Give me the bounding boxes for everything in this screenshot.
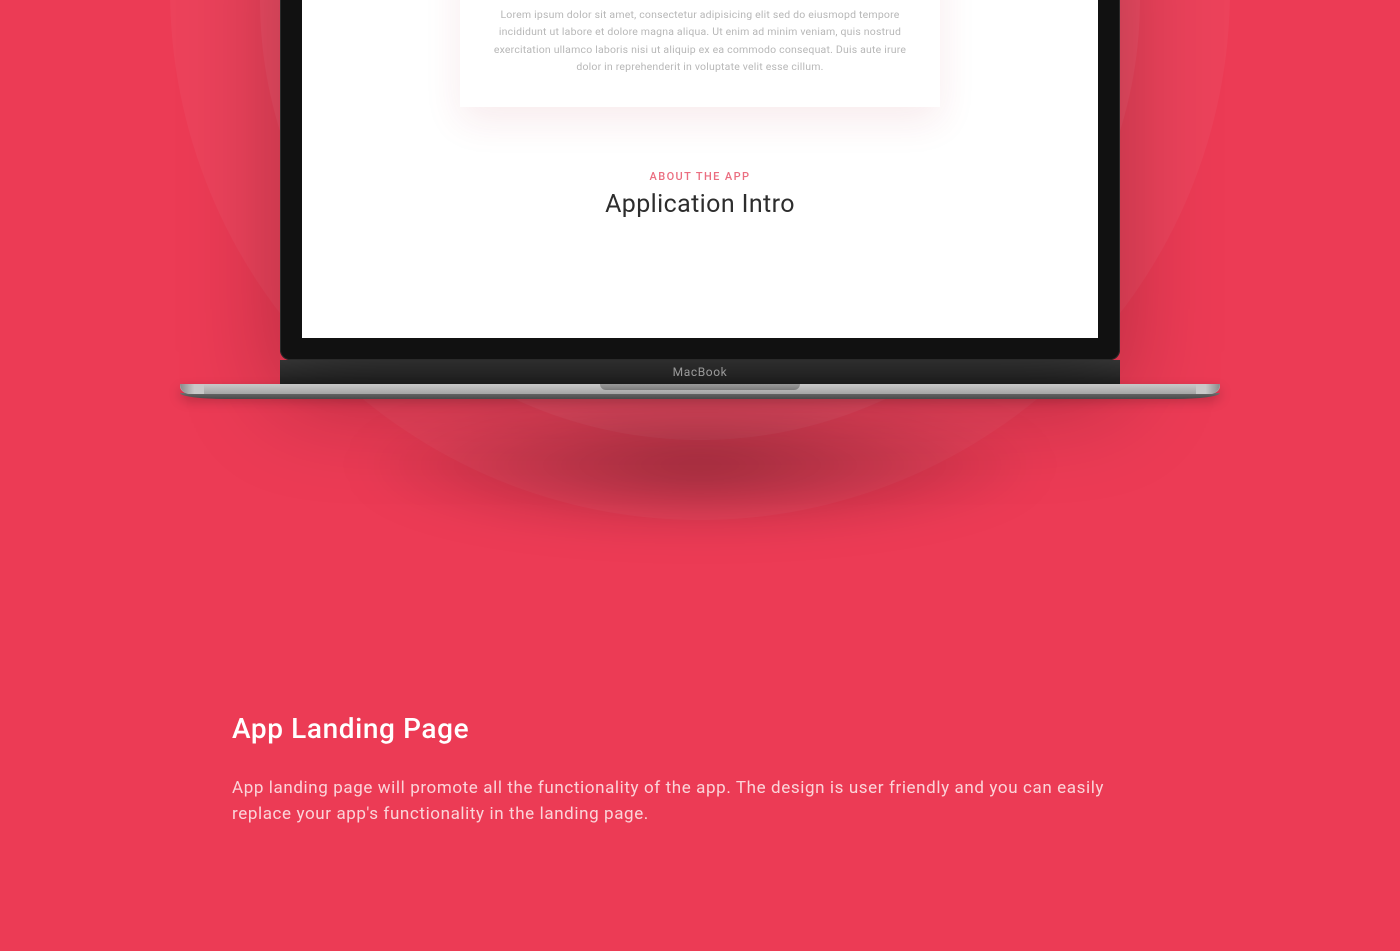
laptop-notch — [600, 384, 800, 390]
laptop-base-top — [180, 384, 1220, 394]
laptop-bezel: Best place for Food Lovers like you Lore… — [280, 0, 1120, 360]
laptop-mockup: Best place for Food Lovers like you Lore… — [280, 0, 1120, 399]
laptop-brand-label: MacBook — [673, 365, 728, 379]
intro-card: Best place for Food Lovers like you Lore… — [460, 0, 940, 107]
device-shadow — [350, 395, 1050, 535]
marketing-heading: App Landing Page — [232, 712, 1172, 745]
about-eyebrow: ABOUT THE APP — [302, 170, 1098, 183]
marketing-copy: App Landing Page App landing page will p… — [232, 712, 1172, 828]
marketing-body: App landing page will promote all the fu… — [232, 775, 1112, 828]
laptop-screen: Best place for Food Lovers like you Lore… — [302, 0, 1098, 338]
screen-viewport: Best place for Food Lovers like you Lore… — [302, 0, 1098, 338]
stage: Best place for Food Lovers like you Lore… — [0, 0, 1400, 951]
laptop-base — [180, 384, 1220, 399]
about-heading: Application Intro — [302, 190, 1098, 219]
intro-card-body: Lorem ipsum dolor sit amet, consectetur … — [490, 6, 910, 75]
laptop-chin: MacBook — [280, 360, 1120, 384]
